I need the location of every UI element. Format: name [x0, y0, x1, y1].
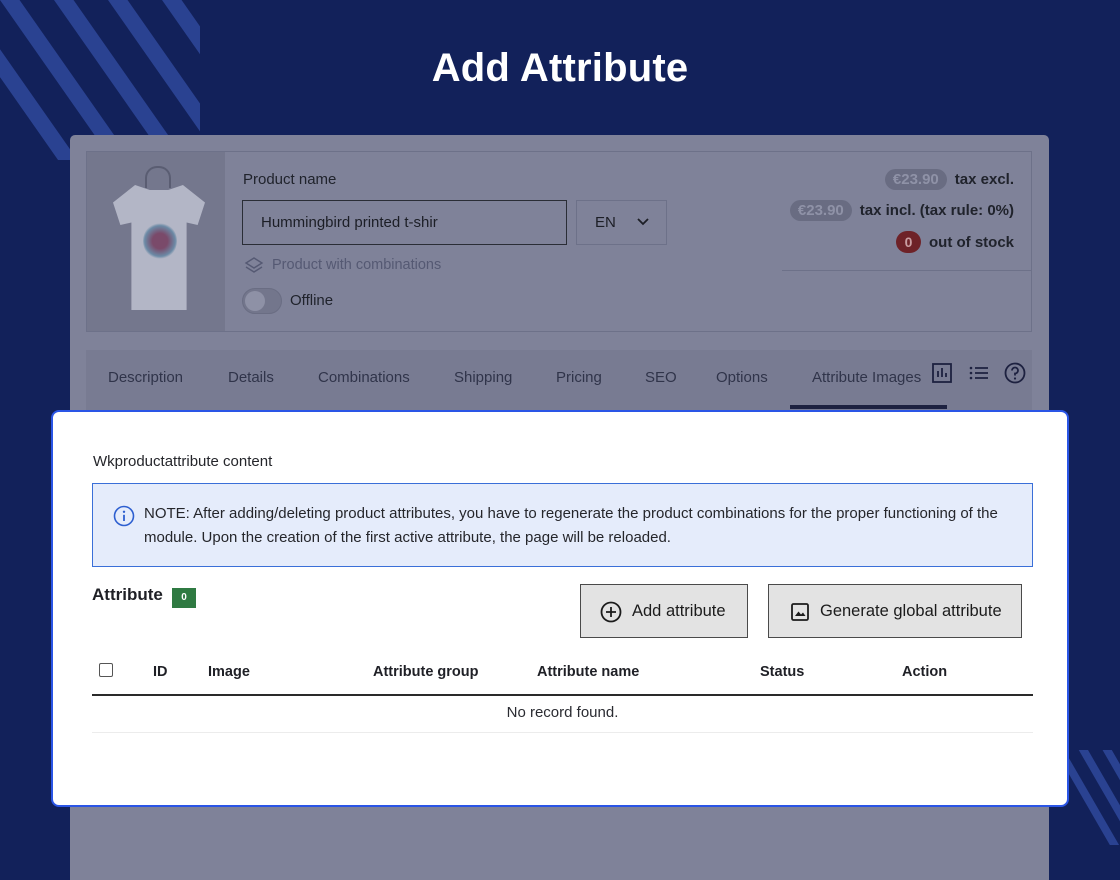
tshirt-print-graphic	[143, 222, 177, 260]
language-select[interactable]: EN	[576, 200, 667, 245]
chart-icon[interactable]	[931, 362, 953, 384]
info-icon	[113, 505, 135, 527]
select-all-checkbox[interactable]	[99, 663, 113, 677]
column-header-image: Image	[208, 664, 250, 680]
tab-shipping[interactable]: Shipping	[454, 369, 512, 386]
language-code: EN	[595, 214, 616, 231]
chevron-down-icon	[637, 218, 649, 226]
price-tax-excl-row: €23.90 tax excl.	[884, 169, 1014, 190]
tab-combinations[interactable]: Combinations	[318, 369, 410, 386]
price-tax-excl-label: tax excl.	[954, 171, 1014, 188]
list-icon[interactable]	[968, 362, 990, 384]
column-header-id[interactable]: ID	[153, 664, 168, 680]
help-icon[interactable]	[1004, 362, 1026, 384]
price-tax-incl: €23.90	[789, 200, 852, 221]
online-toggle[interactable]	[242, 288, 282, 314]
price-tax-excl: €23.90	[884, 169, 947, 190]
empty-table-message: No record found.	[506, 704, 619, 721]
note-text: NOTE: After adding/deleting product attr…	[144, 505, 998, 546]
page-title: Add Attribute	[431, 46, 689, 90]
price-divider	[782, 270, 1032, 271]
generate-global-attribute-label: Generate global attribute	[820, 602, 1002, 620]
price-tax-incl-row: €23.90 tax incl. (tax rule: 0%)	[789, 200, 1014, 221]
toggle-knob	[245, 291, 265, 311]
column-header-attribute-name[interactable]: Attribute name	[537, 664, 639, 680]
image-icon	[791, 603, 809, 621]
attribute-count-badge: 0	[172, 588, 196, 608]
stock-label: out of stock	[929, 233, 1014, 251]
tab-description[interactable]: Description	[108, 369, 183, 386]
hanger-graphic	[145, 166, 171, 188]
stock-count-badge: 0	[896, 231, 921, 253]
tab-seo[interactable]: SEO	[645, 369, 677, 386]
plus-circle-icon	[600, 601, 622, 623]
add-attribute-button[interactable]: Add attribute	[580, 584, 748, 638]
column-header-attribute-group[interactable]: Attribute group	[373, 664, 479, 680]
active-tab-indicator	[790, 405, 947, 409]
tab-attribute-images[interactable]: Attribute Images	[812, 369, 921, 386]
add-attribute-label: Add attribute	[632, 602, 726, 620]
layers-icon	[244, 257, 264, 273]
section-title: Attribute	[92, 585, 163, 604]
status-label: Offline	[290, 292, 334, 309]
info-note: NOTE: After adding/deleting product attr…	[92, 483, 1033, 567]
stock-row: 0 out of stock	[896, 231, 1014, 253]
product-name-input[interactable]: Hummingbird printed t-shir	[242, 200, 567, 245]
generate-global-attribute-button[interactable]: Generate global attribute	[768, 584, 1022, 638]
table-header-divider	[92, 694, 1033, 696]
module-title: Wkproductattribute content	[93, 453, 273, 470]
tab-pricing[interactable]: Pricing	[556, 369, 602, 386]
column-header-status[interactable]: Status	[760, 664, 804, 680]
price-tax-incl-label: tax incl. (tax rule: 0%)	[859, 202, 1014, 219]
tab-options[interactable]: Options	[716, 369, 768, 386]
column-header-action: Action	[902, 664, 948, 680]
product-name-label: Product name	[243, 171, 337, 188]
tab-details[interactable]: Details	[228, 369, 274, 386]
attribute-modal: Wkproductattribute content NOTE: After a…	[51, 410, 1069, 807]
table-row-divider	[92, 732, 1033, 733]
product-type-label: Product with combinations	[272, 257, 442, 273]
